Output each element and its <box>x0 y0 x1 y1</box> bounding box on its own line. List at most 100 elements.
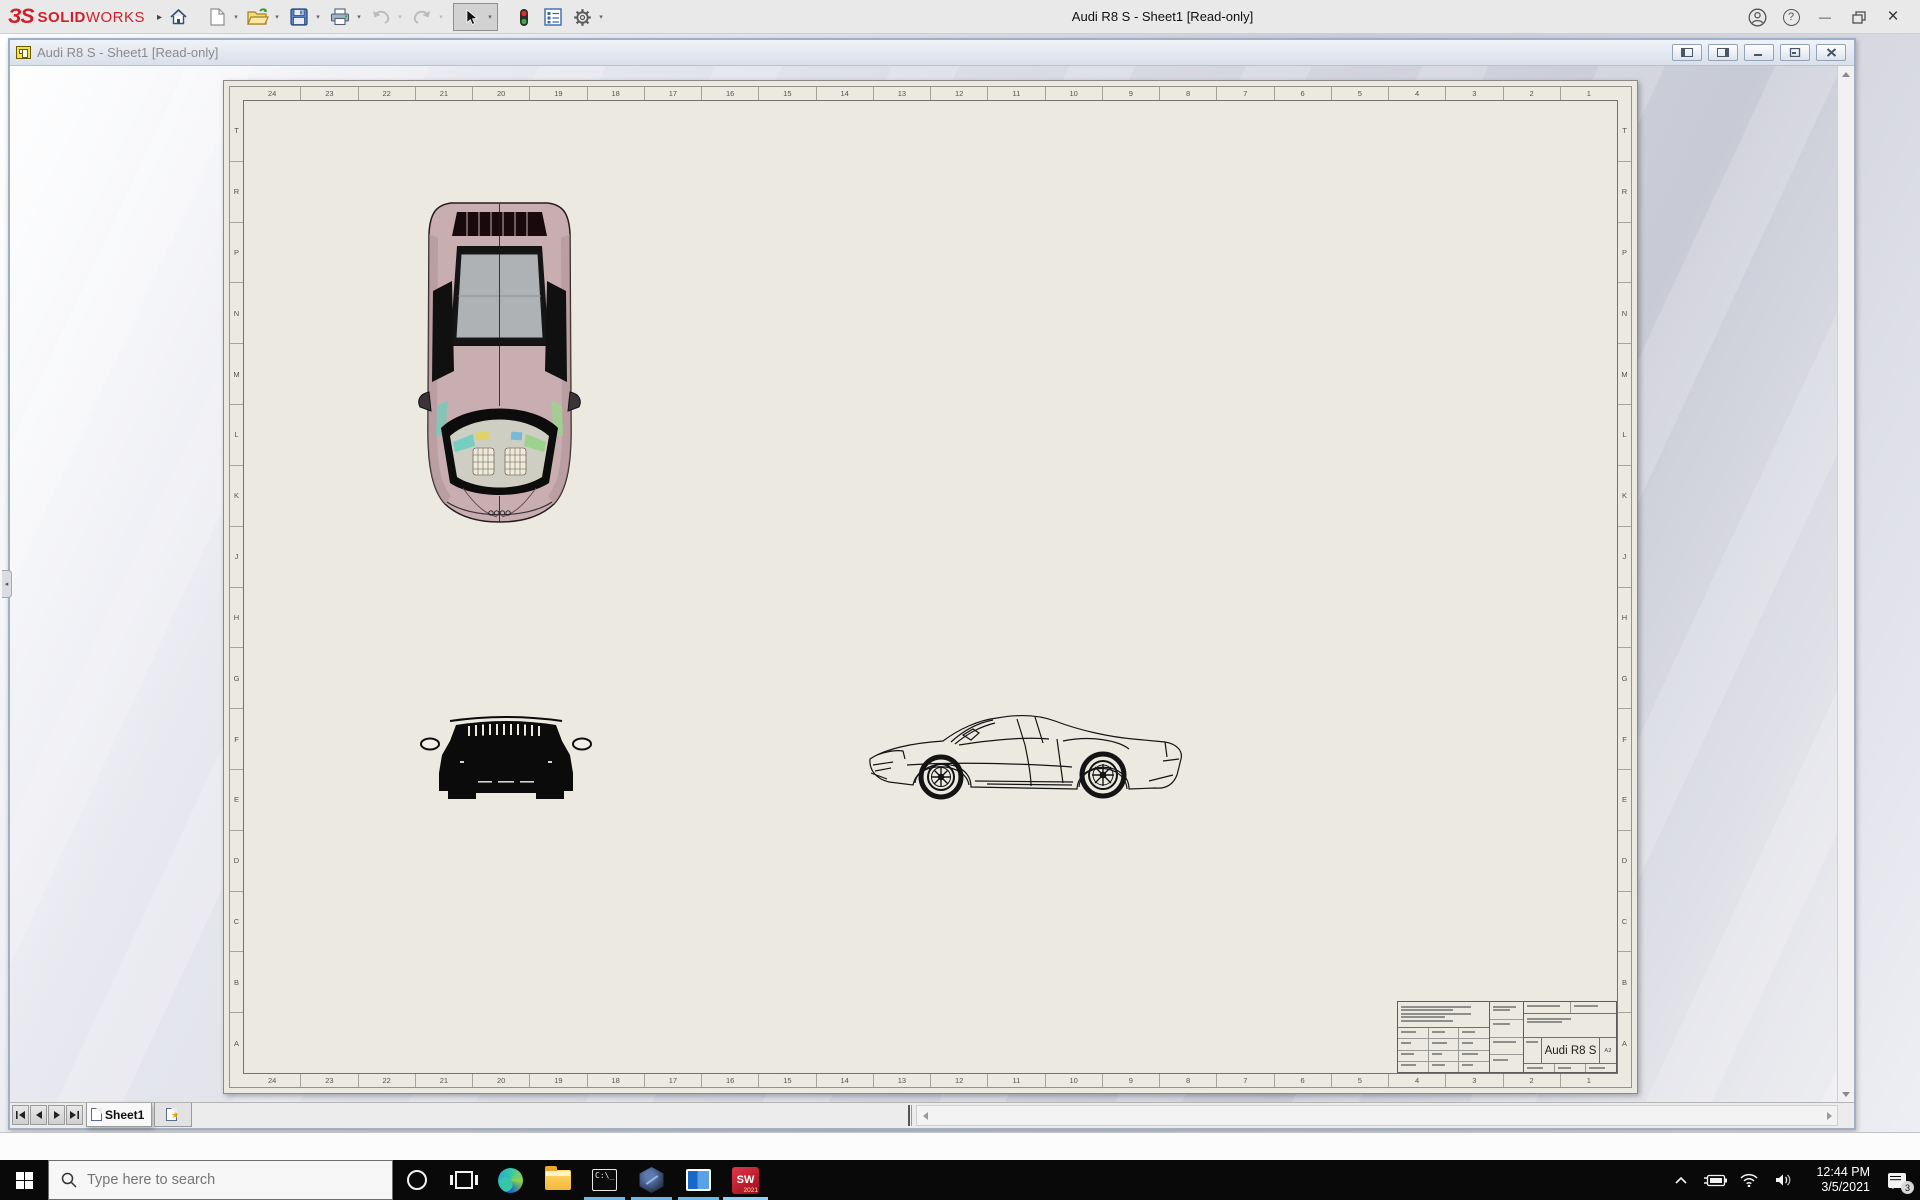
undo-dropdown-caret[interactable]: ▾ <box>394 13 406 21</box>
zone-ruler-top: 24 23 22 21 20 19 18 17 16 15 14 13 12 11 10 9 8 7 6 5 4 3 2 1 <box>244 87 1617 100</box>
add-sheet-tab[interactable]: ★ <box>154 1103 192 1127</box>
drawing-sheet[interactable]: 24 23 22 21 20 19 18 17 16 15 14 13 12 11 10 9 8 7 6 5 4 3 2 1 … <box>223 80 1638 1094</box>
first-sheet-icon[interactable] <box>12 1105 29 1125</box>
feature-panel-flyout-tab[interactable]: ◂ <box>2 570 12 598</box>
zone-label: 3 <box>1446 1074 1504 1087</box>
settings-gear-icon[interactable] <box>569 4 595 30</box>
pane-right-button[interactable] <box>1708 44 1738 61</box>
document-titlebar[interactable]: Audi R8 S - Sheet1 [Read-only] <box>10 40 1854 66</box>
zone-label: A <box>233 1038 239 1048</box>
new-dropdown-caret[interactable]: ▾ <box>230 13 242 21</box>
next-sheet-icon[interactable] <box>48 1105 65 1125</box>
pane-left-button[interactable] <box>1672 44 1702 61</box>
taskbar-icon-cortana[interactable] <box>393 1160 440 1200</box>
performance-traffic-light-icon[interactable] <box>511 4 537 30</box>
document-window-buttons <box>1672 44 1846 61</box>
zone-label: 16 <box>702 87 760 100</box>
zone-label: 3 <box>1446 87 1504 100</box>
doc-close-button[interactable] <box>1816 44 1846 61</box>
print-icon[interactable] <box>327 4 353 30</box>
account-icon[interactable] <box>1740 0 1774 34</box>
sheet1-tab-label: Sheet1 <box>105 1107 145 1122</box>
print-dropdown-caret[interactable]: ▾ <box>353 13 365 21</box>
save-icon[interactable] <box>286 4 312 30</box>
drawing-view-top[interactable] <box>417 196 582 526</box>
clock[interactable]: 12:44 PM 3/5/2021 <box>1800 1165 1874 1195</box>
scroll-right-icon[interactable] <box>1821 1106 1837 1125</box>
taskbar-icon-file-explorer[interactable] <box>534 1160 581 1200</box>
drawing-view-front[interactable] <box>420 711 592 806</box>
select-tool-pressed[interactable]: ▾ <box>453 3 498 31</box>
zone-label: H <box>1618 588 1631 649</box>
minimize-button[interactable]: — <box>1808 0 1842 34</box>
zone-label: 15 <box>759 1074 817 1087</box>
taskbar-icon-app-window[interactable] <box>675 1160 722 1200</box>
drawing-view-side[interactable] <box>867 709 1192 804</box>
help-icon[interactable]: ? <box>1774 0 1808 34</box>
pane-splitter-handle[interactable] <box>908 1105 912 1126</box>
new-document-icon[interactable] <box>204 4 230 30</box>
taskbar-search[interactable] <box>48 1160 393 1200</box>
horizontal-scrollbar[interactable] <box>916 1105 1838 1126</box>
battery-icon[interactable] <box>1698 1160 1732 1200</box>
taskbar-icon-terminal[interactable]: C:\_ <box>581 1160 628 1200</box>
doc-maximize-button[interactable] <box>1780 44 1810 61</box>
zone-label: C <box>1618 892 1631 953</box>
zone-label: F <box>1618 709 1631 770</box>
zone-label: 15 <box>759 87 817 100</box>
tray-chevron-up-icon[interactable] <box>1664 1160 1698 1200</box>
zone-label: 5 <box>1332 1074 1389 1087</box>
close-button[interactable]: × <box>1876 0 1910 34</box>
tab-sheet1[interactable]: Sheet1 <box>86 1103 152 1127</box>
windows-logo-icon <box>15 1171 33 1189</box>
zone-label: R <box>1618 162 1631 223</box>
scroll-down-icon[interactable] <box>1838 1086 1854 1102</box>
zone-label: 18 <box>588 87 645 100</box>
doc-minimize-button[interactable] <box>1744 44 1774 61</box>
action-center-button[interactable]: 3 <box>1874 1160 1920 1200</box>
taskbar-icon-solidworks[interactable]: SW 2021 <box>722 1160 769 1200</box>
open-icon[interactable] <box>245 4 271 30</box>
zone-label: J <box>1618 527 1631 588</box>
redo-icon[interactable] <box>409 4 435 30</box>
save-dropdown-caret[interactable]: ▾ <box>312 13 324 21</box>
zone-label: 20 <box>473 1074 531 1087</box>
start-button[interactable] <box>0 1160 48 1200</box>
undo-icon[interactable] <box>368 4 394 30</box>
select-cursor-icon[interactable] <box>458 4 484 30</box>
solidworks-logo-text-bold: SOLID <box>37 8 86 26</box>
redo-dropdown-caret[interactable]: ▾ <box>435 13 447 21</box>
home-icon[interactable] <box>165 4 191 30</box>
scroll-up-icon[interactable] <box>1838 66 1854 82</box>
open-dropdown-caret[interactable]: ▾ <box>271 13 283 21</box>
taskbar-icon-3dexperience[interactable] <box>628 1160 675 1200</box>
vertical-scrollbar[interactable] <box>1837 66 1854 1102</box>
taskbar-icon-edge[interactable] <box>487 1160 534 1200</box>
settings-dropdown-caret[interactable]: ▾ <box>595 13 607 21</box>
zone-label: B <box>1618 952 1631 1014</box>
zone-label: 23 <box>301 87 359 100</box>
zone-label: 10 <box>1046 1074 1103 1087</box>
zone-label: 17 <box>645 1074 702 1087</box>
wifi-icon[interactable] <box>1732 1160 1766 1200</box>
zone-label: J <box>230 527 243 588</box>
prev-sheet-icon[interactable] <box>30 1105 47 1125</box>
zone-label: C <box>230 892 243 953</box>
zone-label: K <box>230 466 243 527</box>
taskbar-icon-task-view[interactable] <box>440 1160 487 1200</box>
status-bar <box>0 1132 1920 1160</box>
quick-access-toolbar: ▾ ▾ ▾ ▾ ▾ ▾ ▾ ▾ <box>162 0 607 34</box>
zone-label: A <box>1621 1038 1627 1048</box>
scroll-left-icon[interactable] <box>917 1106 933 1125</box>
search-icon <box>61 1172 77 1188</box>
app-titlebar: ЗS SOLIDWORKS ▸ ▾ ▾ ▾ ▾ ▾ ▾ ▾ ▾ Audi R8 … <box>0 0 1920 34</box>
graphics-area[interactable]: 24 23 22 21 20 19 18 17 16 15 14 13 12 11 10 9 8 7 6 5 4 3 2 1 … <box>10 66 1854 1102</box>
property-list-icon[interactable] <box>540 4 566 30</box>
restore-button[interactable] <box>1842 0 1876 34</box>
search-input[interactable] <box>87 1172 337 1188</box>
zone-label: L <box>1618 405 1631 466</box>
select-dropdown-caret[interactable]: ▾ <box>484 13 496 21</box>
last-sheet-icon[interactable] <box>66 1105 83 1125</box>
volume-icon[interactable] <box>1766 1160 1800 1200</box>
zone-label: 11 <box>988 87 1046 100</box>
